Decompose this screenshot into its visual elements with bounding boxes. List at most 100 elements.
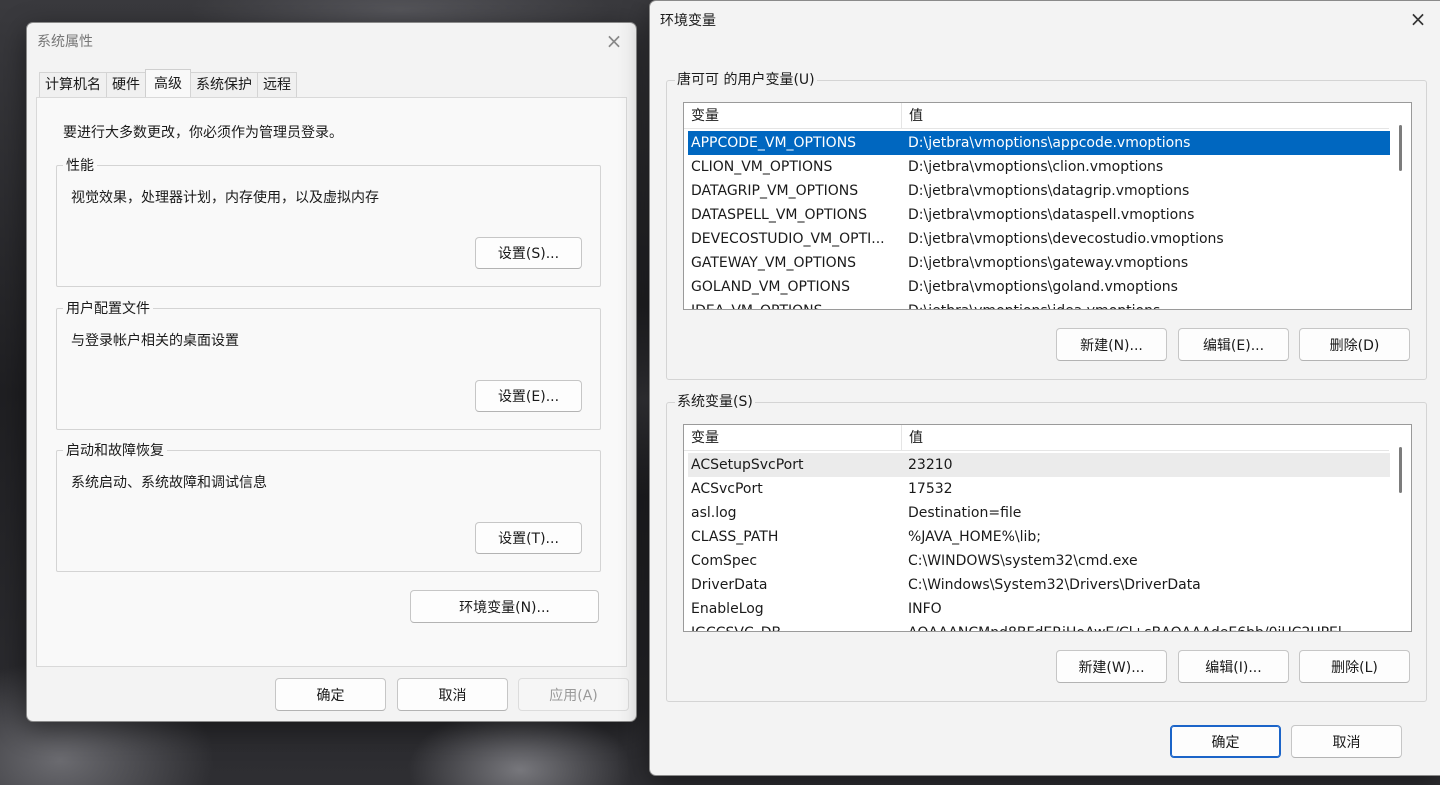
user-edit-button[interactable]: 编辑(E)... [1178, 328, 1289, 361]
variable-name-cell: IDEA_VM_OPTIONS [688, 299, 905, 309]
variable-value-cell: D:\jetbra\vmoptions\datagrip.vmoptions [908, 183, 1190, 199]
variable-value-cell: D:\jetbra\vmoptions\gateway.vmoptions [908, 255, 1189, 271]
window-title: 环境变量 [660, 13, 716, 29]
performance-settings-button[interactable]: 设置(S)... [475, 237, 582, 269]
variable-value-cell: D:\jetbra\vmoptions\clion.vmoptions [908, 159, 1164, 175]
system-properties-window: 系统属性 × 计算机名 硬件 高级 系统保护 远程 要进行大多数更改，你必须作为… [26, 22, 637, 722]
titlebar: 系统属性 × [27, 23, 636, 59]
tab-computer-name[interactable]: 计算机名 [39, 72, 107, 98]
titlebar: 环境变量 × [650, 1, 1440, 39]
table-row[interactable]: ComSpec C:\WINDOWS\system32\cmd.exe [688, 549, 1390, 573]
performance-group: 性能 视觉效果，处理器计划，内存使用，以及虚拟内存 设置(S)... [56, 155, 601, 287]
startup-recovery-settings-button[interactable]: 设置(T)... [475, 522, 582, 554]
close-icon[interactable]: × [1396, 1, 1440, 37]
variable-name-cell: IGCCSVC_DB [688, 621, 905, 631]
column-header-value[interactable]: 值 [902, 425, 1389, 451]
user-profiles-description: 与登录帐户相关的桌面设置 [71, 333, 239, 349]
user-delete-button[interactable]: 删除(D) [1299, 328, 1410, 361]
scroll-thumb[interactable] [1399, 125, 1402, 171]
variable-name-cell: ComSpec [691, 553, 758, 569]
cancel-button[interactable]: 取消 [397, 678, 508, 711]
variable-name-cell: DATAGRIP_VM_OPTIONS [691, 183, 859, 199]
scroll-thumb[interactable] [1399, 447, 1402, 493]
variable-value-cell: 23210 [908, 457, 953, 473]
column-header-variable[interactable]: 变量 [684, 103, 902, 129]
variable-name-cell: DEVECOSTUDIO_VM_OPTI... [691, 231, 885, 247]
user-variables-list[interactable]: 变量 值 APPCODE_VM_OPTIONS D:\jetbra\vmoptio… [683, 102, 1412, 310]
variable-name-cell: ACSetupSvcPort [691, 457, 804, 473]
variable-name-cell: EnableLog [691, 601, 764, 617]
variable-value-cell: AQAAANCMnd8BFdERjHoAwE/Cl+sBAQAAAdeE6bb/… [905, 621, 1390, 631]
user-profiles-settings-button[interactable]: 设置(E)... [475, 380, 582, 412]
variable-name-cell: GOLAND_VM_OPTIONS [691, 279, 850, 295]
variable-value-cell: INFO [908, 601, 942, 617]
table-row[interactable]: ACSetupSvcPort 23210 [688, 453, 1390, 477]
environment-variables-button[interactable]: 环境变量(N)... [410, 590, 599, 623]
table-row[interactable]: IDEA_VM_OPTIONSD:\jetbra\vmoptions\idea.… [688, 299, 1390, 309]
variable-value-cell: D:\jetbra\vmoptions\devecostudio.vmoptio… [908, 231, 1224, 247]
table-row[interactable]: DATAGRIP_VM_OPTIONS D:\jetbra\vmoptions\d… [688, 179, 1390, 203]
variable-value-cell: D:\jetbra\vmoptions\goland.vmoptions [908, 279, 1178, 295]
table-row[interactable]: DriverData C:\Windows\System32\Drivers\Dr… [688, 573, 1390, 597]
performance-title: 性能 [63, 155, 97, 175]
tab-advanced[interactable]: 高级 [145, 69, 191, 97]
scrollbar[interactable] [1391, 427, 1409, 629]
variable-value-cell: 17532 [908, 481, 953, 497]
table-row[interactable]: DATASPELL_VM_OPTIONS D:\jetbra\vmoptions\… [688, 203, 1390, 227]
system-variables-list[interactable]: 变量 值 ACSetupSvcPort 23210 ACSvcPort 17532 as… [683, 424, 1412, 632]
variable-value-cell: C:\Windows\System32\Drivers\DriverData [908, 577, 1201, 593]
variable-name-cell: APPCODE_VM_OPTIONS [691, 135, 857, 151]
admin-note: 要进行大多数更改，你必须作为管理员登录。 [63, 125, 343, 141]
ok-button[interactable]: 确定 [1170, 725, 1281, 758]
startup-recovery-group: 启动和故障恢复 系统启动、系统故障和调试信息 设置(T)... [56, 440, 601, 572]
table-row[interactable]: asl.log Destination=file [688, 501, 1390, 525]
table-row[interactable]: IGCCSVC_DBAQAAANCMnd8BFdERjHoAwE/Cl+sBAQ… [688, 621, 1390, 631]
user-profiles-title: 用户配置文件 [63, 298, 153, 318]
system-variable-rows: ACSetupSvcPort 23210 ACSvcPort 17532 asl.log… [688, 453, 1390, 631]
close-icon[interactable]: × [592, 23, 636, 59]
variable-name-cell: CLASS_PATH [691, 529, 779, 545]
variable-value-cell: D:\jetbra\vmoptions\dataspell.vmoptions [908, 207, 1195, 223]
startup-recovery-title: 启动和故障恢复 [63, 440, 167, 460]
system-new-button[interactable]: 新建(W)... [1056, 650, 1167, 683]
cancel-button[interactable]: 取消 [1291, 725, 1402, 758]
table-row[interactable]: APPCODE_VM_OPTIONS D:\jetbra\vmoptions\ap… [688, 131, 1390, 155]
user-variables-section: 唐可可 的用户变量(U) 变量 值 APPCODE_VM_OPTIONS D:\j… [666, 69, 1427, 380]
variable-name-cell: GATEWAY_VM_OPTIONS [691, 255, 857, 271]
system-edit-button[interactable]: 编辑(I)... [1178, 650, 1289, 683]
table-row[interactable]: GOLAND_VM_OPTIONS D:\jetbra\vmoptions\gol… [688, 275, 1390, 299]
table-row[interactable]: DEVECOSTUDIO_VM_OPTI... D:\jetbra\vmoptio… [688, 227, 1390, 251]
user-variables-title: 唐可可 的用户变量(U) [675, 69, 817, 89]
table-row[interactable]: CLASS_PATH %JAVA_HOME%\lib; [688, 525, 1390, 549]
column-header-variable[interactable]: 变量 [684, 425, 902, 451]
variable-name-cell: asl.log [691, 505, 737, 521]
variable-name-cell: ACSvcPort [691, 481, 763, 497]
startup-recovery-description: 系统启动、系统故障和调试信息 [71, 475, 267, 491]
window-title: 系统属性 [37, 34, 93, 50]
variable-value-cell: Destination=file [908, 505, 1022, 521]
variable-value-cell: D:\jetbra\vmoptions\appcode.vmoptions [908, 135, 1191, 151]
system-delete-button[interactable]: 删除(L) [1299, 650, 1410, 683]
table-row[interactable]: CLION_VM_OPTIONS D:\jetbra\vmoptions\clio… [688, 155, 1390, 179]
table-row[interactable]: EnableLog INFO [688, 597, 1390, 621]
user-variable-rows: APPCODE_VM_OPTIONS D:\jetbra\vmoptions\ap… [688, 131, 1390, 309]
variable-name-cell: CLION_VM_OPTIONS [691, 159, 833, 175]
ok-button[interactable]: 确定 [275, 678, 386, 711]
variable-value-cell: C:\WINDOWS\system32\cmd.exe [908, 553, 1138, 569]
apply-button[interactable]: 应用(A) [518, 678, 629, 711]
column-header-value[interactable]: 值 [902, 103, 1389, 129]
tab-bar: 计算机名 硬件 高级 系统保护 远程 [39, 69, 297, 98]
tab-remote[interactable]: 远程 [257, 72, 297, 98]
tab-hardware[interactable]: 硬件 [106, 72, 146, 98]
system-variables-title: 系统变量(S) [675, 391, 755, 411]
table-row[interactable]: GATEWAY_VM_OPTIONS D:\jetbra\vmoptions\ga… [688, 251, 1390, 275]
variable-name-cell: DATASPELL_VM_OPTIONS [691, 207, 868, 223]
user-profiles-group: 用户配置文件 与登录帐户相关的桌面设置 设置(E)... [56, 298, 601, 430]
user-new-button[interactable]: 新建(N)... [1056, 328, 1167, 361]
scrollbar[interactable] [1391, 105, 1409, 307]
environment-variables-window: 环境变量 × 唐可可 的用户变量(U) 变量 值 APPCODE_VM_OPTI… [649, 0, 1440, 776]
table-row[interactable]: ACSvcPort 17532 [688, 477, 1390, 501]
tab-system-protection[interactable]: 系统保护 [190, 72, 258, 98]
variable-value-cell: D:\jetbra\vmoptions\idea.vmoptions [905, 299, 1390, 309]
performance-description: 视觉效果，处理器计划，内存使用，以及虚拟内存 [71, 190, 379, 206]
